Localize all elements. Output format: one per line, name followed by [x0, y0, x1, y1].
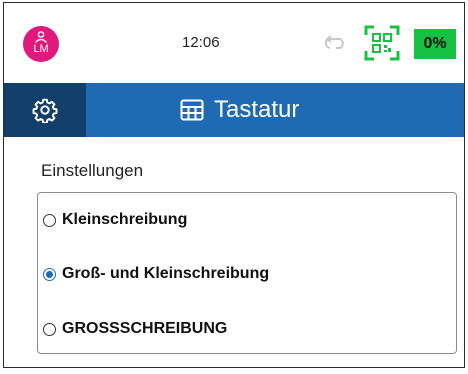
option-lowercase[interactable]: Kleinschreibung — [43, 208, 187, 232]
radio-mixed-case[interactable] — [43, 267, 56, 281]
radio-lowercase[interactable] — [43, 213, 56, 227]
option-uppercase[interactable]: GROSSSCHREIBUNG — [43, 317, 227, 341]
radio-uppercase[interactable] — [43, 322, 56, 336]
person-icon — [34, 31, 48, 43]
gear-icon — [32, 98, 58, 123]
option-mixed-case[interactable]: Groß- und Kleinschreibung — [43, 262, 269, 286]
app-screen: LM 12:06 0% Tastatur Einstellungen Klein… — [3, 2, 465, 368]
keyboard-icon — [180, 99, 204, 121]
header-bar: Tastatur — [4, 83, 464, 137]
qr-code-icon[interactable] — [364, 25, 400, 61]
settings-label: Einstellungen — [41, 161, 144, 180]
clock-time: 12:06 — [182, 34, 220, 51]
user-avatar[interactable]: LM — [23, 26, 59, 62]
case-options-group: Kleinschreibung Groß- und Kleinschreibun… — [37, 192, 457, 354]
option-label: GROSSSCHREIBUNG — [62, 320, 228, 337]
page-title: Tastatur — [180, 83, 299, 137]
sync-icon — [324, 35, 344, 49]
status-bar: LM 12:06 0% — [4, 3, 464, 83]
battery-indicator: 0% — [414, 29, 456, 59]
battery-level: 0% — [423, 35, 447, 52]
settings-button[interactable] — [4, 83, 86, 137]
avatar-initials: LM — [33, 43, 49, 55]
page-title-text: Tastatur — [214, 96, 300, 123]
option-label: Groß- und Kleinschreibung — [62, 265, 270, 282]
option-label: Kleinschreibung — [62, 211, 188, 228]
